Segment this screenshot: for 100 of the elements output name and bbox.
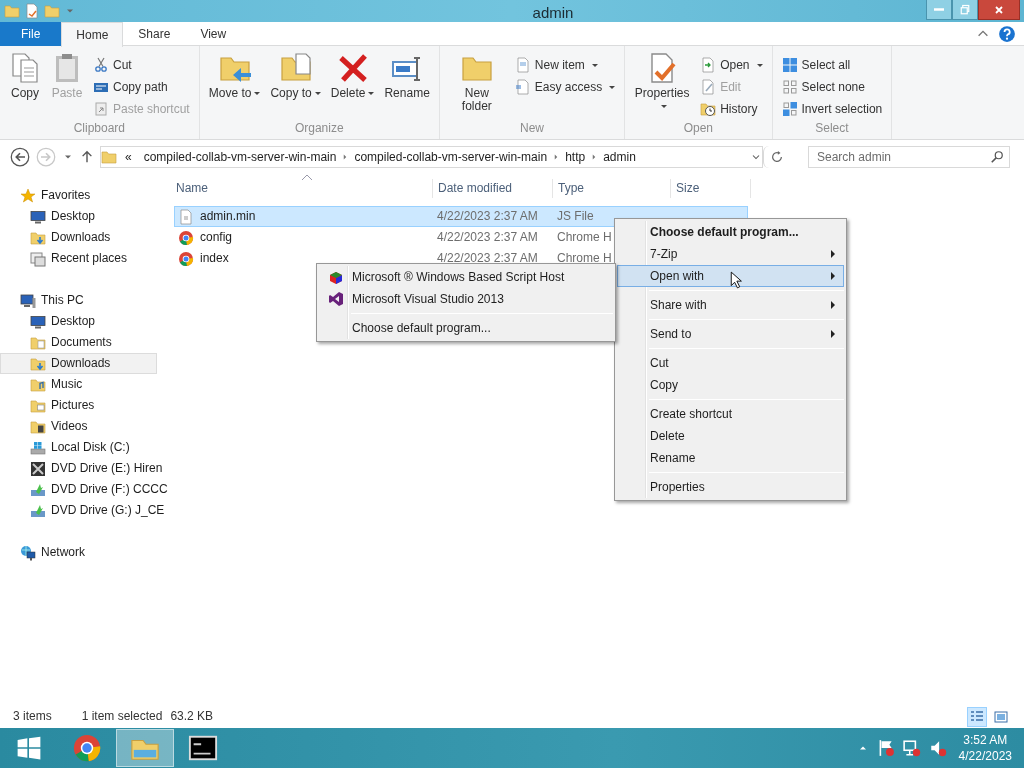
ribbon-button[interactable]: Move to	[205, 50, 264, 102]
nav-item[interactable]: Documents	[0, 332, 157, 353]
column-header[interactable]: Name	[171, 179, 433, 198]
ribbon-button[interactable]: Copy to	[267, 50, 324, 102]
folder-icon	[30, 418, 46, 435]
nav-item[interactable]: Favorites	[0, 185, 157, 206]
close-button[interactable]	[978, 0, 1020, 20]
windows-icon	[16, 735, 42, 761]
window-title: admin	[531, 3, 575, 22]
submenu-arrow-icon	[831, 330, 835, 338]
cube-icon	[328, 269, 344, 285]
menu-item[interactable]: Delete	[617, 425, 844, 447]
script-file-icon	[178, 208, 194, 225]
nav-item[interactable]: Recent places	[0, 248, 157, 269]
nav-item[interactable]: Pictures	[0, 395, 157, 416]
ribbon-tab[interactable]: View	[185, 22, 242, 46]
ribbon-button[interactable]: Easy access	[511, 76, 619, 98]
column-header[interactable]: Date modified	[433, 179, 553, 198]
breadcrumb[interactable]: compiled-collab-vm-server-win-main	[350, 149, 552, 165]
column-header[interactable]: Size	[671, 179, 751, 198]
recent-places-icon	[30, 250, 46, 267]
search-field[interactable]: Search admin	[808, 146, 1010, 168]
nav-item[interactable]: Network	[0, 542, 157, 563]
nav-item[interactable]: DVD Drive (F:) CCCC	[0, 479, 173, 500]
minimize-button[interactable]	[926, 0, 952, 20]
group-label: New	[519, 121, 545, 138]
clock-icon	[700, 101, 717, 117]
menu-item[interactable]: Open with	[617, 265, 844, 287]
ribbon-tab[interactable]: Home	[61, 22, 124, 47]
folder-icon	[30, 355, 46, 372]
nav-item[interactable]: DVD Drive (E:) Hiren	[0, 458, 168, 479]
menu-item[interactable]: Cut	[617, 352, 844, 374]
up-button[interactable]	[80, 150, 94, 164]
monitor-icon	[30, 208, 46, 225]
folder-icon	[30, 397, 46, 414]
network-icon	[20, 544, 36, 561]
details-view-button[interactable]	[967, 706, 987, 727]
folder-icon	[30, 334, 46, 351]
nav-item[interactable]: Downloads	[0, 227, 157, 248]
address-bar[interactable]: « compiled-collab-vm-server-win-main compiled-collab-vm-server-win-main http admin	[100, 146, 763, 168]
page-pencil-icon	[700, 79, 717, 95]
ribbon-button[interactable]: Copy	[6, 50, 44, 102]
menu-item[interactable]: Rename	[617, 447, 844, 469]
restore-button[interactable]	[952, 0, 978, 20]
squares-icon	[781, 101, 798, 117]
page-arrow-icon	[700, 57, 717, 73]
file-name: config	[175, 229, 233, 246]
nav-item[interactable]: Downloads	[0, 353, 157, 374]
tray-button[interactable]	[902, 739, 921, 757]
nav-item[interactable]: Desktop	[0, 311, 157, 332]
menu-item[interactable]: Properties	[617, 476, 844, 498]
nav-item[interactable]: Music	[0, 374, 157, 395]
ribbon-button[interactable]: New folder	[445, 50, 508, 115]
ribbon-button[interactable]: Invert selection	[778, 98, 886, 120]
back-icon	[10, 147, 30, 167]
nav-item[interactable]: DVD Drive (G:) J_CE	[0, 500, 170, 521]
infinity-icon	[328, 291, 344, 307]
browser-icon	[72, 733, 102, 763]
help-icon	[998, 25, 1016, 43]
menu-item[interactable]: Choose default program...	[319, 317, 613, 339]
ribbon-button[interactable]: Delete	[327, 50, 378, 102]
menu-item[interactable]: Share with	[617, 294, 844, 316]
search-icon	[990, 150, 1004, 164]
ribbon-button[interactable]: New item	[511, 54, 619, 76]
file-tab[interactable]: File	[0, 22, 62, 46]
ribbon-button[interactable]: Open	[697, 54, 766, 76]
ribbon-tab[interactable]: Share	[123, 22, 186, 46]
nav-item[interactable]: Videos	[0, 416, 157, 437]
folder-icon	[4, 3, 20, 19]
file-name: index	[175, 250, 229, 267]
menu-item[interactable]: Copy	[617, 374, 844, 396]
selection-size: 63.2 KB	[170, 709, 214, 724]
nav-item[interactable]: This PC	[0, 290, 157, 311]
menu-item[interactable]: Microsoft Visual Studio 2013	[319, 288, 613, 310]
nav-item[interactable]: Local Disk (C:)	[0, 437, 157, 458]
breadcrumb[interactable]: http	[561, 149, 590, 165]
menu-item[interactable]: 7-Zip	[617, 243, 844, 265]
ribbon-button[interactable]: History	[697, 98, 766, 120]
star-icon	[20, 187, 36, 204]
help-button[interactable]	[998, 25, 1016, 43]
tray-button[interactable]	[928, 739, 947, 757]
ribbon-button[interactable]: Rename	[381, 50, 433, 102]
ribbon-button[interactable]: Properties	[631, 50, 694, 115]
clock-time: 3:52 AM	[962, 732, 1009, 748]
ribbon-button[interactable]: Cut	[90, 54, 193, 76]
menu-item[interactable]: Send to	[617, 323, 844, 345]
breadcrumb[interactable]: compiled-collab-vm-server-win-main	[139, 149, 341, 165]
clock-date: 4/22/2023	[958, 748, 1012, 764]
back-button[interactable]	[10, 147, 30, 167]
scissors-icon	[93, 57, 109, 73]
breadcrumb[interactable]: admin	[599, 149, 640, 165]
column-header[interactable]: Type	[553, 179, 671, 198]
nav-item[interactable]: Desktop	[0, 206, 157, 227]
menu-item[interactable]: Create shortcut	[617, 403, 844, 425]
ribbon-button[interactable]: Select all	[778, 54, 886, 76]
menu-item[interactable]: Microsoft ® Windows Based Script Host	[319, 266, 613, 288]
refresh-icon	[769, 150, 784, 164]
ribbon-button[interactable]: Copy path	[90, 76, 193, 98]
ribbon-button[interactable]: Select none	[778, 76, 886, 98]
computer-icon	[20, 292, 36, 309]
